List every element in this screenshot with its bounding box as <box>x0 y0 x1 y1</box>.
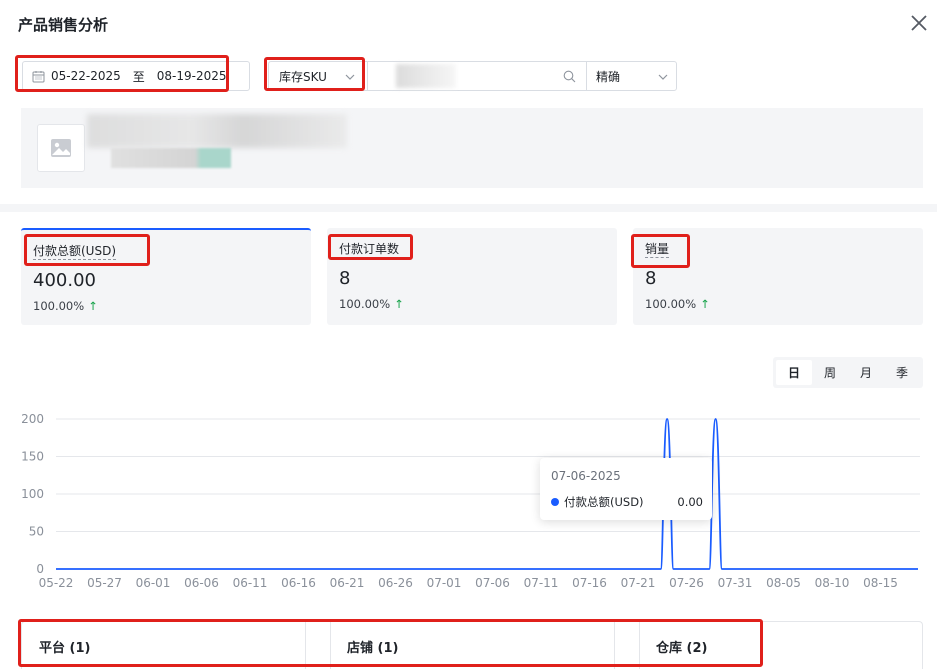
tab-week[interactable]: 周 <box>812 360 848 385</box>
match-mode-value: 精确 <box>596 69 621 84</box>
y-tick-label: 100 <box>21 487 44 501</box>
stat-delta: 100.00% ↑ <box>645 297 710 311</box>
x-tick-label: 07-31 <box>718 576 753 590</box>
calendar-icon <box>32 70 45 82</box>
chevron-down-icon <box>658 74 668 80</box>
date-start: 05-22-2025 <box>51 69 121 83</box>
stat-delta: 100.00% ↑ <box>33 299 98 313</box>
y-tick-label: 0 <box>36 562 44 576</box>
redacted-search-text <box>396 64 456 88</box>
stat-value: 400.00 <box>33 270 96 291</box>
x-tick-label: 07-21 <box>621 576 656 590</box>
x-tick-label: 06-11 <box>233 576 268 590</box>
tooltip-value: 0.00 <box>677 495 703 509</box>
sales-line-chart[interactable]: 0 50 100 150 200 05-22 05-27 06-01 06-06 06-11 06-… <box>0 400 937 600</box>
search-input[interactable] <box>367 61 587 91</box>
tab-warehouse[interactable]: 仓库 (2) <box>656 622 707 669</box>
x-tick-label: 07-16 <box>572 576 607 590</box>
y-tick-label: 150 <box>21 450 44 464</box>
redacted-product-meta <box>111 148 231 168</box>
sku-type-select[interactable]: 库存SKU <box>268 61 368 91</box>
sku-type-value: 库存SKU <box>279 69 327 84</box>
stat-card-order-count[interactable]: 付款订单数 8 100.00% ↑ <box>327 228 617 325</box>
period-tabs: 日 周 月 季 <box>773 357 923 388</box>
stat-value: 8 <box>645 268 657 289</box>
x-tick-label: 07-26 <box>669 576 704 590</box>
date-range-picker[interactable]: 05-22-2025 至 08-19-2025 <box>22 61 250 91</box>
x-tick-label: 08-05 <box>766 576 801 590</box>
tab-platform[interactable]: 平台 (1) <box>39 622 90 669</box>
page-title: 产品销售分析 <box>18 16 109 34</box>
stat-label: 销量 <box>645 242 670 258</box>
x-tick-label: 08-10 <box>815 576 850 590</box>
date-separator: 至 <box>132 69 145 84</box>
tooltip-date: 07-06-2025 <box>551 469 621 483</box>
series-dot-icon <box>551 498 559 506</box>
section-divider <box>0 204 937 212</box>
chart-tooltip: 07-06-2025 付款总额(USD) 0.00 <box>540 458 712 520</box>
stat-label: 付款总额(USD) <box>33 244 117 260</box>
date-end: 08-19-2025 <box>156 69 227 83</box>
x-tick-label: 06-21 <box>330 576 365 590</box>
tab-divider <box>330 622 331 669</box>
stat-value: 8 <box>339 268 351 289</box>
stat-card-payment-total[interactable]: 付款总额(USD) 400.00 100.00% ↑ <box>21 228 311 325</box>
close-icon[interactable] <box>908 12 930 34</box>
x-tick-label: 06-16 <box>281 576 316 590</box>
stat-delta-value: 100.00% <box>645 297 697 311</box>
x-tick-label: 06-06 <box>184 576 219 590</box>
match-mode-select[interactable]: 精确 <box>586 61 677 91</box>
redacted-product-name <box>87 114 347 148</box>
arrow-up-icon: ↑ <box>394 297 404 311</box>
tab-day[interactable]: 日 <box>776 360 812 385</box>
tooltip-series: 付款总额(USD) <box>564 495 644 509</box>
arrow-up-icon: ↑ <box>700 297 710 311</box>
x-tick-label: 08-15 <box>863 576 898 590</box>
y-tick-label: 50 <box>29 525 44 539</box>
arrow-up-icon: ↑ <box>88 299 98 313</box>
x-tick-label: 07-11 <box>524 576 559 590</box>
stat-delta-value: 100.00% <box>33 299 85 313</box>
image-icon <box>51 139 71 157</box>
x-tick-label: 05-27 <box>87 576 122 590</box>
tab-month[interactable]: 月 <box>848 360 884 385</box>
tooltip-row: 付款总额(USD) 0.00 <box>551 494 703 510</box>
x-tick-label: 07-01 <box>427 576 462 590</box>
stat-card-sales-volume[interactable]: 销量 8 100.00% ↑ <box>633 228 923 325</box>
stat-label: 付款订单数 <box>339 242 400 258</box>
product-thumbnail <box>37 124 85 172</box>
product-info-panel <box>21 108 923 188</box>
x-tick-label: 05-22 <box>39 576 74 590</box>
tab-divider <box>639 622 640 669</box>
stat-delta: 100.00% ↑ <box>339 297 404 311</box>
tab-divider <box>614 622 615 669</box>
chevron-down-icon <box>345 74 355 80</box>
tab-quarter[interactable]: 季 <box>884 360 920 385</box>
x-tick-label: 07-06 <box>475 576 510 590</box>
x-tick-label: 06-26 <box>378 576 413 590</box>
stat-delta-value: 100.00% <box>339 297 391 311</box>
y-tick-label: 200 <box>21 412 44 426</box>
x-tick-label: 06-01 <box>136 576 171 590</box>
search-icon[interactable] <box>563 70 576 83</box>
tab-divider <box>305 622 306 669</box>
dimension-tabs: 平台 (1) 店铺 (1) 仓库 (2) <box>21 621 923 669</box>
tab-shop[interactable]: 店铺 (1) <box>347 622 398 669</box>
